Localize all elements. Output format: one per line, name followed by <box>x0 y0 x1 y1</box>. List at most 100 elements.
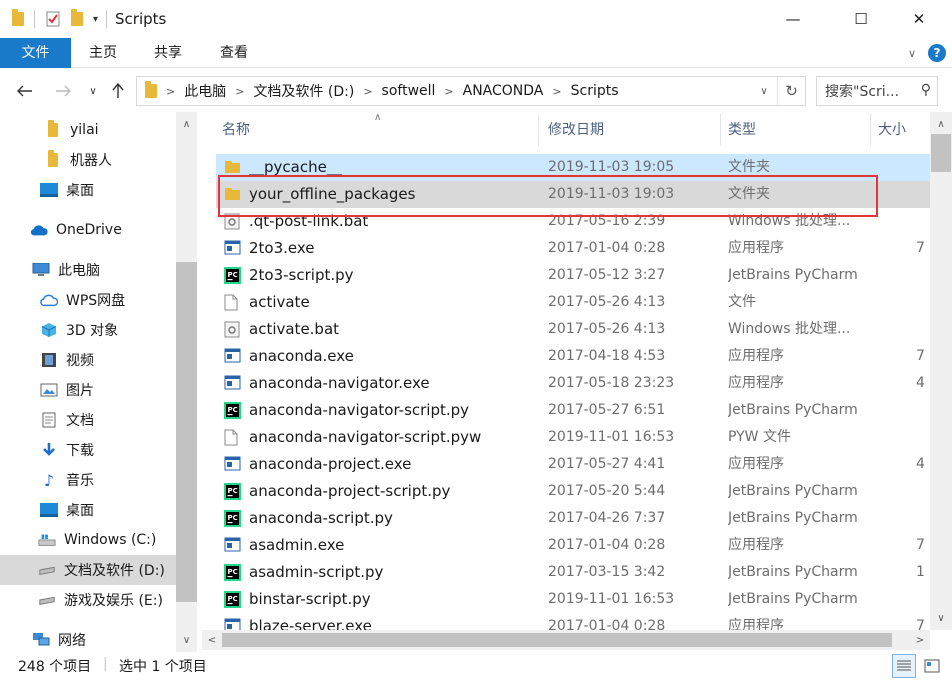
sidebar-item-videos[interactable]: 视频 <box>0 345 176 375</box>
file-list-hscroll-thumb[interactable] <box>222 633 892 647</box>
maximize-button[interactable]: ☐ <box>838 0 884 38</box>
scroll-down-icon[interactable]: ∨ <box>176 630 197 650</box>
sidebar-item-desktop[interactable]: 桌面 <box>0 175 176 205</box>
file-row[interactable]: anaconda.exe 2017-04-18 4:53 应用程序 7 <box>216 343 930 370</box>
column-header-name[interactable]: 名称 <box>222 112 250 148</box>
scroll-up-icon[interactable]: ∧ <box>176 114 197 134</box>
chevron-right-icon[interactable]: > <box>363 85 372 98</box>
file-row[interactable]: activate.bat 2017-05-26 4:13 Windows 批处理..… <box>216 316 930 343</box>
breadcrumb-this-pc[interactable]: 此电脑 <box>184 77 226 105</box>
column-header-type[interactable]: 类型 <box>728 112 756 148</box>
file-name: asadmin-script.py <box>249 563 384 581</box>
sidebar-item-3d-objects[interactable]: 3D 对象 <box>0 315 176 345</box>
sidebar-scroll-thumb[interactable] <box>176 262 197 602</box>
sidebar-item-label: 3D 对象 <box>66 323 119 339</box>
file-date: 2017-05-12 3:27 <box>548 267 666 283</box>
sidebar-item-robot[interactable]: 机器人 <box>0 145 176 175</box>
scroll-down-icon[interactable]: ∨ <box>931 608 951 628</box>
help-icon[interactable]: ? <box>928 44 946 62</box>
exe-icon <box>224 348 241 365</box>
tab-share[interactable]: 共享 <box>142 38 194 68</box>
recent-locations-icon[interactable]: ∨ <box>84 79 102 103</box>
file-list-scroll-thumb[interactable] <box>931 134 951 172</box>
scroll-right-icon[interactable]: > <box>910 630 930 650</box>
minimize-button[interactable]: — <box>770 0 816 38</box>
chevron-right-icon[interactable]: > <box>166 85 175 98</box>
file-row[interactable]: asadmin.exe 2017-01-04 0:28 应用程序 7 <box>216 532 930 559</box>
address-bar[interactable]: > 此电脑 > 文档及软件 (D:) > softwell > ANACONDA… <box>136 76 806 106</box>
sidebar-item-label: 机器人 <box>70 153 112 169</box>
refresh-icon[interactable]: ↻ <box>777 77 805 105</box>
file-row[interactable]: PC anaconda-script.py 2017-04-26 7:37 JetBr… <box>216 505 930 532</box>
close-button[interactable]: ✕ <box>896 0 942 38</box>
properties-icon[interactable] <box>45 0 61 38</box>
back-arrow-icon[interactable] <box>12 79 38 103</box>
sidebar-item-drive-d[interactable]: 文档及软件 (D:) <box>0 555 176 585</box>
cloud-icon <box>30 222 48 238</box>
file-type: 应用程序 <box>728 375 784 391</box>
file-row[interactable]: PC binstar-script.py 2019-11-01 16:53 JetBr… <box>216 586 930 613</box>
file-row[interactable]: activate 2017-05-26 4:13 文件 <box>216 289 930 316</box>
sidebar-item-downloads[interactable]: 下载 <box>0 435 176 465</box>
expand-ribbon-icon[interactable]: ∨ <box>902 41 922 65</box>
folder-icon <box>224 159 241 176</box>
sidebar-item-documents[interactable]: 文档 <box>0 405 176 435</box>
scroll-up-icon[interactable]: ∧ <box>931 114 951 134</box>
file-row[interactable]: PC anaconda-project-script.py 2017-05-20 5… <box>216 478 930 505</box>
desktop-icon <box>40 182 58 198</box>
file-list-vertical-scrollbar[interactable] <box>930 112 952 630</box>
tab-home[interactable]: 主页 <box>78 38 128 68</box>
sidebar-item-drive-e[interactable]: 游戏及娱乐 (E:) <box>0 585 176 615</box>
file-row[interactable]: PC asadmin-script.py 2017-03-15 3:42 JetBra… <box>216 559 930 586</box>
up-arrow-icon[interactable] <box>106 79 130 103</box>
sidebar-item-pictures[interactable]: 图片 <box>0 375 176 405</box>
sidebar-item-drive-c[interactable]: Windows (C:) <box>0 525 176 555</box>
file-row[interactable]: 2to3.exe 2017-01-04 0:28 应用程序 7 <box>216 235 930 262</box>
pycharm-icon: PC <box>224 483 241 500</box>
file-row[interactable]: anaconda-navigator-script.pyw 2019-11-01 … <box>216 424 930 451</box>
breadcrumb-drive-d[interactable]: 文档及软件 (D:) <box>253 77 354 105</box>
file-name: anaconda.exe <box>249 347 354 365</box>
sidebar-item-music[interactable]: ♪ 音乐 <box>0 465 176 495</box>
file-row[interactable]: PC 2to3-script.py 2017-05-12 3:27 JetBrains… <box>216 262 930 289</box>
sidebar-item-yilai[interactable]: yilai <box>0 115 176 145</box>
sidebar-item-label: WPS网盘 <box>66 293 126 309</box>
file-row[interactable]: anaconda-navigator.exe 2017-05-18 23:23 应用… <box>216 370 930 397</box>
tab-file[interactable]: 文件 <box>0 38 71 68</box>
scroll-left-icon[interactable]: < <box>202 630 222 650</box>
breadcrumb-scripts[interactable]: Scripts <box>571 77 619 105</box>
file-row[interactable]: PC anaconda-navigator-script.py 2017-05-27… <box>216 397 930 424</box>
file-type: 应用程序 <box>728 537 784 553</box>
red-annotation-box <box>218 175 878 217</box>
sidebar-item-onedrive[interactable]: OneDrive <box>0 215 176 245</box>
large-icons-view-icon[interactable] <box>920 654 944 678</box>
breadcrumb-anaconda[interactable]: ANACONDA <box>463 77 544 105</box>
chevron-down-icon[interactable]: ∨ <box>753 77 775 105</box>
tab-view[interactable]: 查看 <box>208 38 260 68</box>
sidebar-item-network[interactable]: 网络 <box>0 625 176 652</box>
file-date: 2019-11-01 16:53 <box>548 591 675 607</box>
details-view-icon[interactable] <box>892 654 916 678</box>
svg-text:PC: PC <box>228 514 238 522</box>
document-icon <box>40 412 58 428</box>
pycharm-icon: PC <box>224 267 241 284</box>
sidebar-item-this-pc[interactable]: 此电脑 <box>0 255 176 285</box>
forward-arrow-icon[interactable] <box>50 79 76 103</box>
sidebar-item-desktop-2[interactable]: 桌面 <box>0 495 176 525</box>
chevron-right-icon[interactable]: > <box>235 85 244 98</box>
search-input[interactable]: 搜索"Scri... ⚲ <box>816 76 938 106</box>
column-header-size[interactable]: 大小 <box>878 112 906 148</box>
chevron-right-icon[interactable]: > <box>444 85 453 98</box>
column-header-date[interactable]: 修改日期 <box>548 112 604 148</box>
new-folder-icon[interactable] <box>71 0 83 38</box>
quick-access-dropdown-icon[interactable]: ▾ <box>93 0 98 38</box>
file-row[interactable]: anaconda-project.exe 2017-05-27 4:41 应用程序 4 <box>216 451 930 478</box>
sidebar-item-wps[interactable]: WPS网盘 <box>0 285 176 315</box>
breadcrumb-softwell[interactable]: softwell <box>382 77 436 105</box>
chevron-right-icon[interactable]: > <box>552 85 561 98</box>
sidebar-item-label: 音乐 <box>66 473 94 489</box>
drive-icon <box>38 562 56 578</box>
sort-ascending-icon: ∧ <box>374 112 382 123</box>
music-icon: ♪ <box>43 470 55 490</box>
file-date: 2017-04-26 7:37 <box>548 510 666 526</box>
